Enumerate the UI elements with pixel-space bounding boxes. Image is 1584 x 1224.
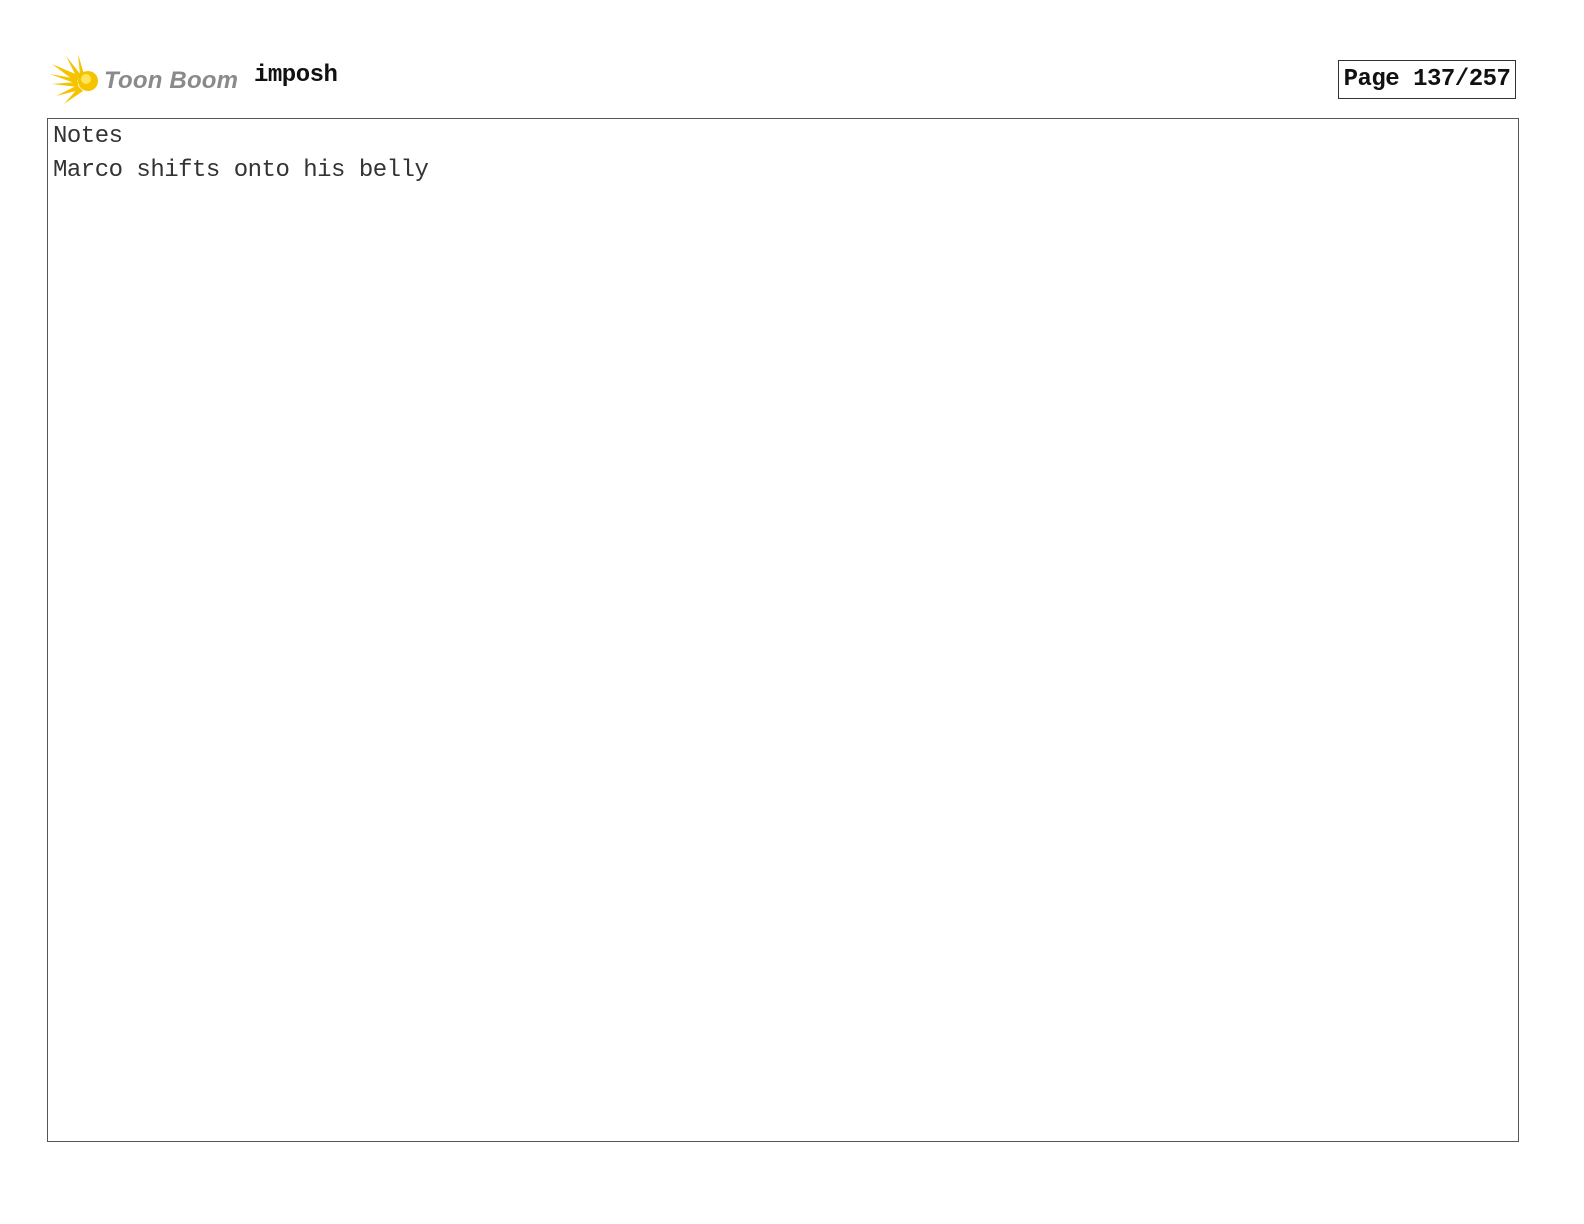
logo-text: Toon Boom: [104, 67, 239, 94]
page-header: Toon Boom imposh Page 137/257: [0, 0, 1584, 118]
page-indicator: Page 137/257: [1338, 60, 1516, 99]
notes-label: Notes: [53, 123, 123, 150]
toon-boom-sun-icon: [50, 54, 98, 104]
page-indicator-text: Page 137/257: [1343, 66, 1511, 93]
notes-panel: Notes Marco shifts onto his belly: [47, 118, 1519, 1142]
toon-boom-logo: Toon Boom: [50, 54, 240, 108]
project-title: imposh: [254, 62, 338, 89]
notes-text: Marco shifts onto his belly: [53, 157, 429, 184]
